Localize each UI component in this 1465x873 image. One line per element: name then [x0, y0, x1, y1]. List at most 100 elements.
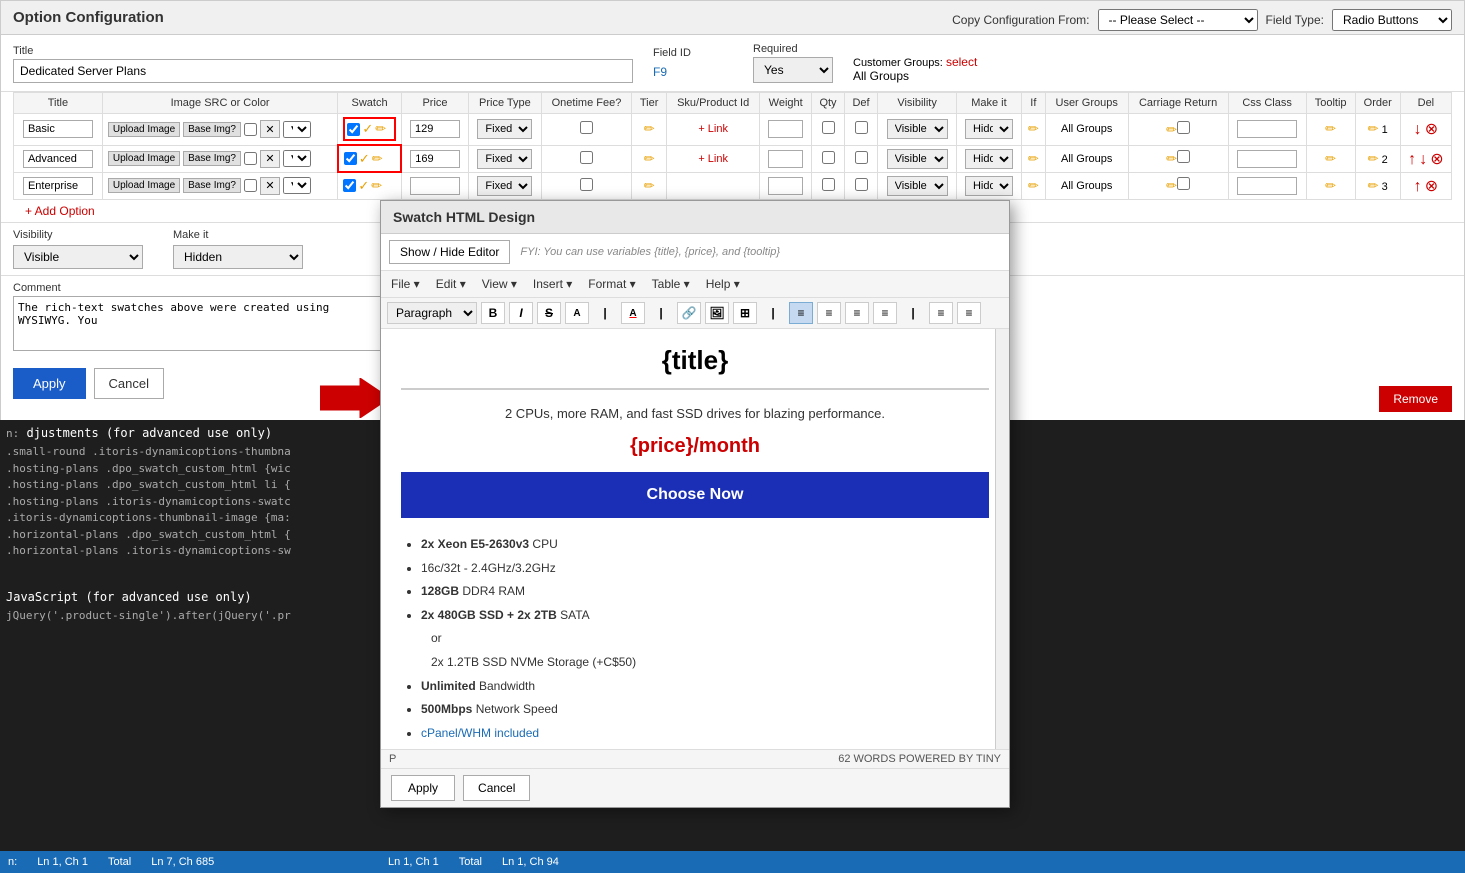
row2-pricetype-select[interactable]: Fixed [477, 149, 532, 169]
row2-qty-check[interactable] [822, 151, 835, 164]
row1-onetime-check[interactable] [580, 121, 593, 134]
image-btn[interactable]: 🖼 [705, 302, 729, 324]
row1-down-icon[interactable]: ↓ [1414, 121, 1422, 138]
editor-scrollbar[interactable] [995, 329, 1009, 749]
row2-title-input[interactable] [23, 150, 93, 168]
row1-carriage-check[interactable] [1177, 121, 1190, 134]
base-img-check-1[interactable] [244, 123, 257, 136]
show-hide-editor-button[interactable]: Show / Hide Editor [389, 240, 510, 264]
upload-image-btn-3[interactable]: Upload Image [108, 178, 180, 193]
row2-if-pencil[interactable]: ✏ [1028, 151, 1039, 166]
row3-makeit-select[interactable]: Hidd [965, 176, 1013, 196]
base-img-btn-2[interactable]: Base Img? [183, 151, 241, 166]
row2-makeit-select[interactable]: Hidd [965, 149, 1013, 169]
row2-tier-pencil[interactable]: ✏ [644, 151, 655, 166]
copy-config-select[interactable]: -- Please Select -- [1098, 9, 1258, 31]
table-btn[interactable]: ⊞ [733, 302, 757, 324]
menu-file[interactable]: File ▾ [387, 275, 424, 293]
menu-format[interactable]: Format ▾ [584, 275, 639, 293]
modal-cancel-button[interactable]: Cancel [463, 775, 530, 801]
swatch-pencil-3[interactable]: ✏ [371, 178, 382, 194]
swatch-pencil-2[interactable]: ✏ [372, 151, 383, 167]
row2-css[interactable] [1237, 150, 1297, 168]
visibility-select[interactable]: Visible [13, 245, 143, 269]
add-option-link[interactable]: + Add Option [13, 200, 107, 222]
link-btn[interactable]: 🔗 [677, 302, 701, 324]
row1-title-input[interactable] [23, 120, 93, 138]
row1-tooltip-pencil[interactable]: ✏ [1325, 121, 1336, 136]
row2-down-icon[interactable]: ↓ [1419, 151, 1427, 168]
row1-link[interactable]: + Link [698, 123, 728, 135]
row3-vis-select[interactable]: Visible [887, 176, 948, 196]
row1-qty-check[interactable] [822, 121, 835, 134]
editor-content-area[interactable]: {title} 2 CPUs, more RAM, and fast SSD d… [381, 329, 1009, 749]
ordered-list-btn[interactable]: ≡ [929, 302, 953, 324]
row2-onetime-check[interactable] [580, 151, 593, 164]
row1-price-input[interactable] [410, 120, 460, 138]
row3-onetime-check[interactable] [580, 178, 593, 191]
row2-def-check[interactable] [855, 151, 868, 164]
row3-tooltip-pencil[interactable]: ✏ [1325, 178, 1336, 193]
choose-now-button[interactable]: Choose Now [401, 472, 989, 518]
row2-link[interactable]: + Link [698, 153, 728, 165]
cancel-button[interactable]: Cancel [94, 368, 164, 399]
row1-del-icon[interactable]: ⊗ [1425, 121, 1438, 138]
upload-image-btn-1[interactable]: Upload Image [108, 122, 180, 137]
row1-vis-select[interactable]: Visible [887, 119, 948, 139]
base-img-btn-3[interactable]: Base Img? [183, 178, 241, 193]
color-picker-2[interactable]: ✕ [260, 150, 280, 168]
row1-order-pencil[interactable]: ✏ [1368, 121, 1379, 136]
remove-button[interactable]: Remove [1379, 386, 1452, 412]
paragraph-select[interactable]: Paragraph [387, 302, 477, 324]
color-picker-1[interactable]: ✕ [260, 120, 280, 138]
comment-textarea[interactable]: The rich-text swatches above were create… [13, 296, 393, 351]
swatch-pencil-1[interactable]: ✏ [375, 121, 386, 137]
swatch-check-2[interactable] [344, 152, 357, 165]
swatch-check-3[interactable] [343, 179, 356, 192]
swatch-check-icon-3[interactable]: ✓ [358, 178, 369, 194]
italic-btn[interactable]: I [509, 302, 533, 324]
row3-css[interactable] [1237, 177, 1297, 195]
upload-image-btn-2[interactable]: Upload Image [108, 151, 180, 166]
row1-carriage-pencil[interactable]: ✏ [1166, 122, 1177, 137]
row3-carriage-check[interactable] [1177, 177, 1190, 190]
img-select-3[interactable]: ▼ [283, 177, 311, 194]
row3-price-input[interactable] [410, 177, 460, 195]
base-img-btn-1[interactable]: Base Img? [183, 122, 241, 137]
row1-def-check[interactable] [855, 121, 868, 134]
row2-price-input[interactable] [410, 150, 460, 168]
row3-del-icon[interactable]: ⊗ [1425, 178, 1438, 195]
menu-table[interactable]: Table ▾ [648, 275, 694, 293]
bold-btn[interactable]: B [481, 302, 505, 324]
row2-del-icon[interactable]: ⊗ [1430, 151, 1443, 168]
base-img-check-2[interactable] [244, 152, 257, 165]
row1-makeit-select[interactable]: Hidd [965, 119, 1013, 139]
row1-pricetype-select[interactable]: Fixed [477, 119, 532, 139]
img-select-2[interactable]: ▼ [283, 150, 311, 167]
subscript-btn[interactable]: A [565, 302, 589, 324]
menu-edit[interactable]: Edit ▾ [432, 275, 470, 293]
required-select[interactable]: Yes [753, 57, 833, 83]
row3-up-icon[interactable]: ↑ [1414, 178, 1422, 195]
row3-pricetype-select[interactable]: Fixed [477, 176, 532, 196]
row2-carriage-pencil[interactable]: ✏ [1166, 151, 1177, 166]
menu-view[interactable]: View ▾ [478, 275, 521, 293]
row1-tier-pencil[interactable]: ✏ [644, 121, 655, 136]
row3-carriage-pencil[interactable]: ✏ [1166, 178, 1177, 193]
row3-def-check[interactable] [855, 178, 868, 191]
row2-weight[interactable] [768, 150, 803, 168]
row2-carriage-check[interactable] [1177, 150, 1190, 163]
make-it-select[interactable]: Hidden [173, 245, 303, 269]
field-type-select[interactable]: Radio Buttons [1332, 9, 1452, 31]
row2-vis-select[interactable]: Visible [887, 149, 948, 169]
swatch-check-icon-2[interactable]: ✓ [359, 151, 370, 167]
align-justify-btn[interactable]: ≡ [873, 302, 897, 324]
row1-css[interactable] [1237, 120, 1297, 138]
title-input[interactable] [13, 59, 633, 83]
swatch-check-1[interactable] [347, 123, 360, 136]
row1-weight[interactable] [768, 120, 803, 138]
img-select-1[interactable]: ▼ [283, 121, 311, 138]
row3-if-pencil[interactable]: ✏ [1028, 178, 1039, 193]
apply-button[interactable]: Apply [13, 368, 86, 399]
row3-qty-check[interactable] [822, 178, 835, 191]
